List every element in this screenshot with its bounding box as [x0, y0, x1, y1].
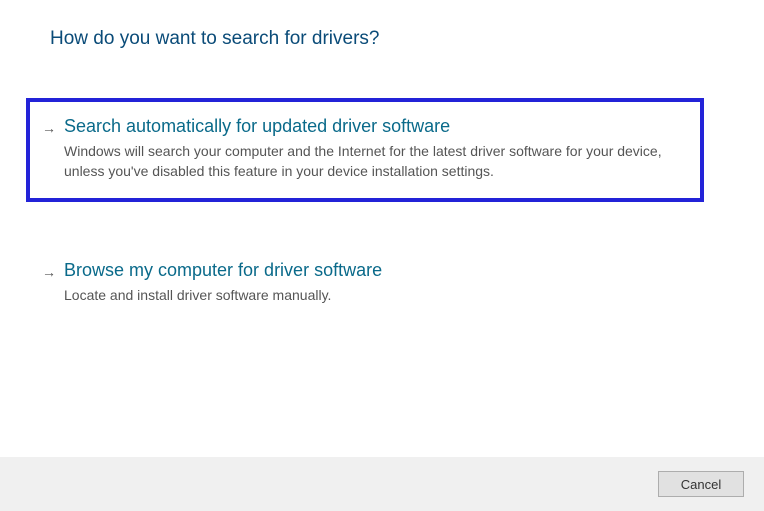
option-description: Locate and install driver software manua…: [64, 285, 684, 305]
option-title: Search automatically for updated driver …: [64, 116, 684, 137]
arrow-right-icon: →: [38, 120, 60, 136]
option-search-automatically[interactable]: → Search automatically for updated drive…: [26, 98, 704, 202]
option-title: Browse my computer for driver software: [64, 260, 684, 281]
dialog-heading: How do you want to search for drivers?: [50, 28, 724, 50]
dialog-content: How do you want to search for drivers? →…: [0, 0, 764, 325]
cancel-button[interactable]: Cancel: [658, 471, 744, 497]
option-description: Windows will search your computer and th…: [64, 141, 684, 182]
option-body: Search automatically for updated driver …: [60, 116, 684, 182]
option-browse-computer[interactable]: → Browse my computer for driver software…: [26, 242, 704, 325]
option-body: Browse my computer for driver software L…: [60, 260, 684, 305]
arrow-right-icon: →: [38, 264, 60, 280]
dialog-footer: Cancel: [0, 457, 764, 511]
